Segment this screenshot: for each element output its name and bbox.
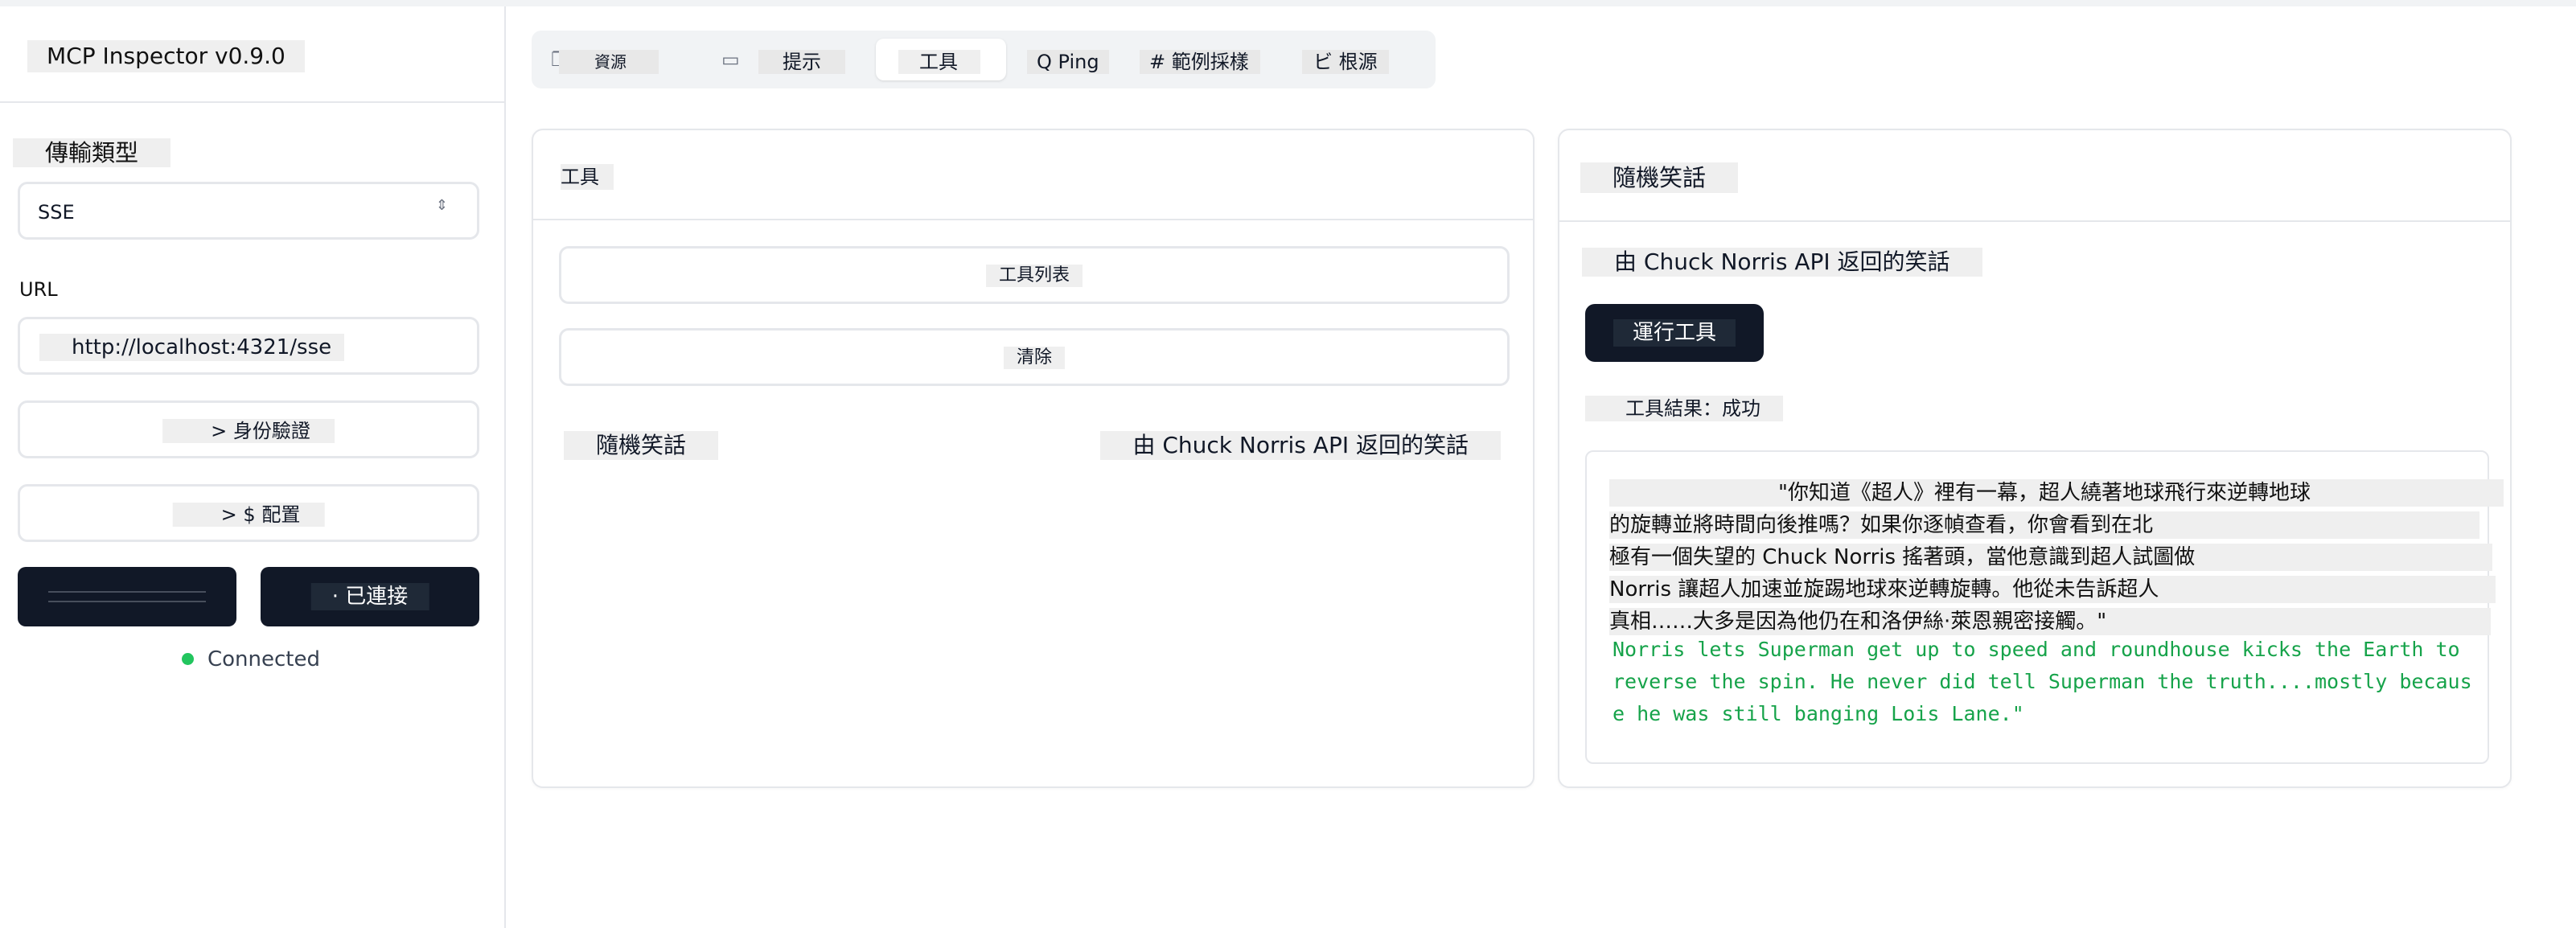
authentication-button-label: > 身份驗證: [162, 419, 335, 443]
authentication-button[interactable]: > 身份驗證: [18, 400, 479, 458]
tool-detail-panel: 隨機笑話 由 Chuck Norris API 返回的笑話 運行工具 工具結果：…: [1558, 129, 2512, 788]
tab-sampling-label: # 範例採樣: [1140, 50, 1260, 74]
tool-title: 隨機笑話: [1580, 162, 1739, 193]
result-en-line: Norris lets Superman get up to speed and…: [1613, 638, 2460, 661]
message-icon: ▭: [721, 48, 740, 71]
tab-tools-label: 工具: [898, 50, 980, 74]
tab-ping-label: Q Ping: [1027, 50, 1109, 74]
list-tools-button[interactable]: 工具列表: [559, 246, 1510, 304]
connected-button-label: · 已連接: [310, 583, 429, 610]
url-input[interactable]: http://localhost:4321/sse: [18, 317, 479, 375]
tab-tools[interactable]: 工具: [876, 39, 1006, 80]
clear-button-label: 清除: [1003, 347, 1066, 369]
url-input-value: http://localhost:4321/sse: [39, 334, 345, 361]
tool-description: 由 Chuck Norris API 返回的笑話: [1582, 248, 1982, 277]
configuration-button-label: > $ 配置: [172, 503, 325, 527]
app-title: MCP Inspector v0.9.0: [27, 40, 305, 72]
tab-roots[interactable]: ビ 根源: [1299, 39, 1419, 80]
tool-result-label: 工具結果：成功: [1585, 396, 1783, 421]
result-en-line: e he was still banging Lois Lane.": [1613, 702, 2024, 725]
transport-select-value: SSE: [38, 201, 75, 224]
tools-panel-heading: 工具: [561, 164, 614, 190]
result-zh-line: 極有一個失望的 Chuck Norris 搖著頭，當他意識到超人試圖做: [1609, 544, 2492, 571]
reconnect-button-text: [48, 591, 206, 602]
connected-button[interactable]: · 已連接: [261, 567, 479, 626]
sidebar: MCP Inspector v0.9.0 傳輸類型 SSE ⇕ URL http…: [0, 6, 506, 928]
select-chevron-icon: ⇕: [435, 197, 448, 214]
connection-status-dot: [182, 653, 194, 665]
tool-list-item-description[interactable]: 由 Chuck Norris API 返回的笑話: [1100, 431, 1501, 460]
tab-sampling[interactable]: # 範例採樣: [1136, 39, 1283, 80]
tool-result-box: "你知道《超人》裡有一幕，超人繞著地球飛行來逆轉地球 的旋轉並將時間向後推嗎？如…: [1585, 450, 2504, 764]
result-zh-line: 的旋轉並將時間向後推嗎？如果你逐幀查看，你會看到在北: [1609, 511, 2479, 539]
connection-status: Connected: [207, 647, 321, 671]
configuration-button[interactable]: > $ 配置: [18, 484, 479, 542]
result-en-line: reverse the spin. He never did tell Supe…: [1613, 670, 2472, 693]
run-tool-button-label: 運行工具: [1613, 319, 1736, 347]
tab-resources[interactable]: ❐ 資源: [543, 39, 696, 80]
sidebar-divider: [0, 101, 504, 103]
tab-resources-label: 資源: [559, 50, 659, 74]
transport-select[interactable]: SSE ⇕: [18, 182, 479, 240]
transport-type-label: 傳輸類型: [13, 138, 171, 167]
run-tool-button[interactable]: 運行工具: [1585, 304, 1764, 362]
tool-detail-divider: [1559, 220, 2510, 222]
top-edge: [0, 0, 2576, 6]
tool-list-item-name[interactable]: 隨機笑話: [564, 431, 719, 460]
result-zh-line: "你知道《超人》裡有一幕，超人繞著地球飛行來逆轉地球: [1609, 479, 2504, 507]
tools-panel: 工具 工具列表 清除 隨機笑話 由 Chuck Norris API 返回的笑話: [532, 129, 1535, 788]
result-zh-line: Norris 讓超人加速並旋踢地球來逆轉旋轉。他從未告訴超人: [1609, 576, 2496, 603]
tools-panel-divider: [533, 219, 1533, 220]
clear-button[interactable]: 清除: [559, 328, 1510, 386]
tab-roots-label: ビ 根源: [1302, 50, 1389, 74]
result-zh-line: 真相……大多是因為他仍在和洛伊絲·萊恩親密接觸。": [1609, 608, 2491, 635]
tab-prompts[interactable]: ▭ 提示: [721, 39, 858, 80]
tab-ping[interactable]: Q Ping: [1024, 39, 1120, 80]
url-label: URL: [19, 278, 58, 301]
tab-bar: ❐ 資源 ▭ 提示 工具 Q Ping # 範例採樣 ビ 根源: [532, 31, 1436, 88]
list-tools-button-label: 工具列表: [985, 265, 1083, 287]
reconnect-button[interactable]: [18, 567, 236, 626]
tab-prompts-label: 提示: [758, 50, 845, 74]
